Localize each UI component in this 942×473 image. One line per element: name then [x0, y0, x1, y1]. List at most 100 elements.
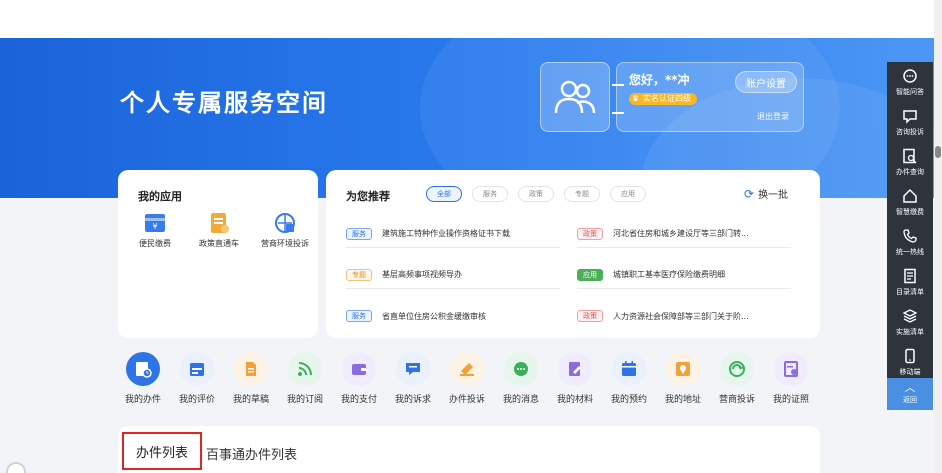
- case-list-card: 办件列表 百事通办件列表: [118, 426, 820, 473]
- material-edit-icon: [558, 352, 592, 386]
- chevron-up-icon: ︿: [904, 381, 916, 394]
- recommend-item[interactable]: 应用 城镇职工基本医疗保险缴费明细: [577, 261, 791, 289]
- consult-icon: [887, 106, 933, 126]
- nav-label: 我的预约: [610, 395, 647, 405]
- tab-service[interactable]: 服务: [472, 186, 508, 202]
- search-doc-icon: [887, 146, 933, 166]
- nav-my-licenses[interactable]: 我的证照: [764, 352, 818, 405]
- my-apps-card: 我的应用 ¥ 便民缴费 政策直通车 营商环境投诉: [118, 170, 318, 338]
- recommend-item-text: 省直单位住房公积金缓缴审核: [382, 311, 486, 321]
- tab-all[interactable]: 全部: [426, 186, 462, 202]
- recommend-item[interactable]: 服务 建筑施工特种作业操作资格证书下载: [346, 220, 560, 248]
- nav-my-appointments[interactable]: 我的预约: [602, 352, 656, 405]
- user-greeting: 您好，**冲: [629, 73, 690, 87]
- tab-baishitong-case-list[interactable]: 百事通办件列表: [206, 444, 297, 463]
- tag-badge: 政策: [577, 227, 603, 240]
- sidebar-item-smart-qa[interactable]: 智能问答: [887, 66, 933, 106]
- calendar-review-icon: [180, 352, 214, 386]
- sidebar-label: 智能问答: [896, 88, 924, 96]
- tag-badge: 服务: [346, 227, 372, 240]
- recommend-title: 为您推荐: [346, 190, 390, 203]
- nav-label: 我的材料: [556, 395, 593, 405]
- business-complaint-icon: [274, 212, 296, 234]
- nav-my-messages[interactable]: 我的消息: [494, 352, 548, 405]
- user-info-box: 您好，**冲 ♛ 实名认证四级 账户设置 退出登录: [616, 62, 804, 132]
- recommend-item-text: 城镇职工基本医疗保险缴费明细: [613, 270, 725, 279]
- app-item-policy[interactable]: 政策直通车: [184, 212, 254, 249]
- recommend-item-text: 河北省住房和城乡建设厅等三部门转...: [613, 229, 749, 238]
- tag-badge: 服务: [346, 310, 372, 322]
- app-label: 政策直通车: [199, 239, 239, 248]
- sidebar-label: 目录清单: [896, 288, 924, 296]
- nav-my-reviews[interactable]: 我的评价: [170, 352, 224, 405]
- sidebar-item-case-query[interactable]: 办件查询: [887, 146, 933, 186]
- nav-my-subscriptions[interactable]: 我的订阅: [278, 352, 332, 405]
- sidebar-label: 智慧缴费: [896, 208, 924, 216]
- refresh-button[interactable]: ⟳ 换一批: [744, 186, 789, 202]
- nav-label: 我的消息: [502, 395, 539, 405]
- policy-doc-icon: [208, 212, 230, 234]
- nav-my-appeals[interactable]: 我的诉求: [386, 352, 440, 405]
- crown-icon: ♛: [632, 94, 640, 103]
- back-to-top-button[interactable]: ︿ 返回: [887, 378, 933, 410]
- nav-my-drafts[interactable]: 我的草稿: [224, 352, 278, 405]
- location-pin-icon: [666, 352, 700, 386]
- top-strip: [0, 0, 942, 38]
- nav-case-complaints[interactable]: 办件投诉: [440, 352, 494, 405]
- recommend-item[interactable]: 服务 省直单位住房公积金缓缴审核: [346, 302, 560, 330]
- nav-my-materials[interactable]: 我的材料: [548, 352, 602, 405]
- recommend-item[interactable]: 政策 河北省住房和城乡建设厅等三部门转...: [577, 220, 791, 248]
- nav-my-payments[interactable]: 我的支付: [332, 352, 386, 405]
- sidebar-item-smart-pay[interactable]: 智慧缴费: [887, 186, 933, 226]
- app-item-business-complaint[interactable]: 营商环境投诉: [250, 212, 320, 249]
- nav-label: 我的地址: [664, 395, 701, 405]
- nav-my-address[interactable]: 我的地址: [656, 352, 710, 405]
- refresh-icon: ⟳: [744, 186, 755, 201]
- tab-app[interactable]: 应用: [610, 186, 646, 202]
- tab-policy[interactable]: 政策: [518, 186, 554, 202]
- nav-label: 营商投诉: [718, 395, 755, 405]
- app-item-payment[interactable]: ¥ 便民缴费: [120, 212, 190, 249]
- calendar-icon: [612, 352, 646, 386]
- user-card: 您好，**冲 ♛ 实名认证四级 账户设置 退出登录: [540, 62, 804, 132]
- recommend-item[interactable]: 政策 人力资源社会保障部等三部门关于阶...: [577, 302, 791, 330]
- nav-label: 我的证照: [772, 395, 809, 405]
- app-label: 营商环境投诉: [261, 239, 309, 248]
- account-settings-button[interactable]: 账户设置: [735, 71, 797, 93]
- nav-label: 我的办件: [124, 395, 161, 405]
- sidebar-item-implementation[interactable]: 实施清单: [887, 306, 933, 346]
- nav-label: 我的支付: [340, 395, 377, 405]
- sidebar-label: 咨询投诉: [896, 128, 924, 136]
- sidebar-label: 办件查询: [896, 168, 924, 176]
- nav-my-cases[interactable]: 我的办件: [116, 352, 170, 405]
- nav-business-complaints[interactable]: 营商投诉: [710, 352, 764, 405]
- logout-link[interactable]: 退出登录: [757, 111, 789, 122]
- nav-label: 我的评价: [178, 395, 215, 405]
- recommend-item-text: 基层高频事项视频导办: [382, 270, 462, 279]
- license-card-icon: [774, 352, 808, 386]
- payment-icon: ¥: [144, 212, 166, 234]
- recommend-item-text: 人力资源社会保障部等三部门关于阶...: [613, 311, 749, 321]
- tag-badge: 专题: [346, 268, 372, 281]
- scrollbar-thumb[interactable]: [935, 146, 941, 158]
- back-label: 返回: [903, 396, 917, 404]
- page-title: 个人专属服务空间: [120, 89, 328, 117]
- home-pay-icon: [887, 186, 933, 206]
- corner-circle-icon: [6, 462, 26, 473]
- tab-topic[interactable]: 专题: [564, 186, 600, 202]
- message-appeal-icon: [396, 352, 430, 386]
- refresh-label: 换一批: [758, 190, 789, 201]
- rss-icon: [288, 352, 322, 386]
- sidebar-item-catalog[interactable]: 目录清单: [887, 266, 933, 306]
- tab-case-list[interactable]: 办件列表: [122, 432, 202, 470]
- nav-label: 我的订阅: [286, 395, 323, 405]
- sidebar-item-hotline[interactable]: 统一热线: [887, 226, 933, 266]
- scrollbar-track[interactable]: [934, 0, 942, 473]
- recommend-item[interactable]: 专题 基层高频事项视频导办: [346, 261, 560, 289]
- sidebar-label: 实施清单: [896, 328, 924, 336]
- personal-nav-row: 我的办件 我的评价 我的草稿 我的订阅 我的支付 我的诉求 办件投诉 我的消息 …: [118, 352, 818, 414]
- recommend-tabs: 全部 服务 政策 专题 应用: [426, 186, 646, 202]
- chat-bubble-icon: [887, 66, 933, 86]
- layers-icon: [887, 306, 933, 326]
- sidebar-item-consult[interactable]: 咨询投诉: [887, 106, 933, 146]
